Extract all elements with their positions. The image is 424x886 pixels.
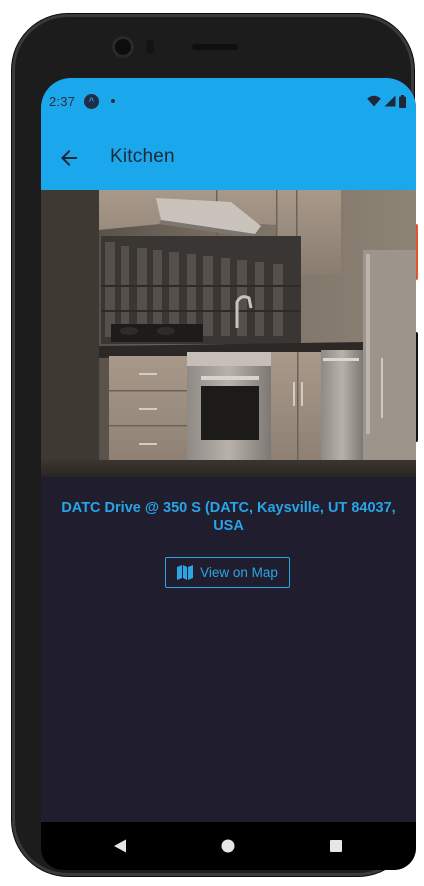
home-circle-icon — [221, 839, 235, 853]
notification-dot — [111, 99, 115, 103]
nav-recents-button[interactable] — [326, 836, 346, 856]
system-nav-bar — [41, 822, 416, 870]
kitchen-illustration — [41, 190, 416, 477]
status-time: 2:37 — [49, 94, 76, 109]
proximity-sensor — [146, 40, 154, 54]
nav-back-button[interactable] — [110, 836, 130, 856]
cell-signal-icon — [384, 95, 396, 107]
recents-square-icon — [330, 840, 342, 852]
back-button[interactable] — [51, 140, 87, 176]
battery-icon — [399, 94, 406, 108]
location-address: DATC Drive @ 350 S (DATC, Kaysville, UT … — [61, 500, 396, 534]
back-triangle-icon — [114, 839, 126, 853]
page-title: Kitchen — [110, 146, 175, 167]
front-camera — [112, 36, 134, 58]
wifi-icon — [367, 95, 381, 107]
earpiece-speaker — [192, 44, 238, 50]
app-bar: Kitchen — [41, 126, 416, 190]
status-bar: 2:37 ^ — [41, 78, 416, 126]
phone-frame: 2:37 ^ Kitchen DATC Drive @ 350 S (DATC,… — [12, 14, 418, 876]
screen: 2:37 ^ Kitchen DATC Drive @ 350 S (DATC,… — [41, 78, 416, 870]
map-icon — [177, 565, 194, 580]
kitchen-photo — [41, 190, 416, 477]
view-on-map-button[interactable]: View on Map — [165, 557, 290, 588]
view-on-map-label: View on Map — [200, 565, 278, 580]
arrow-left-icon — [61, 150, 77, 166]
status-icons — [367, 94, 406, 108]
nav-home-button[interactable] — [218, 836, 238, 856]
expo-icon: ^ — [84, 94, 99, 109]
